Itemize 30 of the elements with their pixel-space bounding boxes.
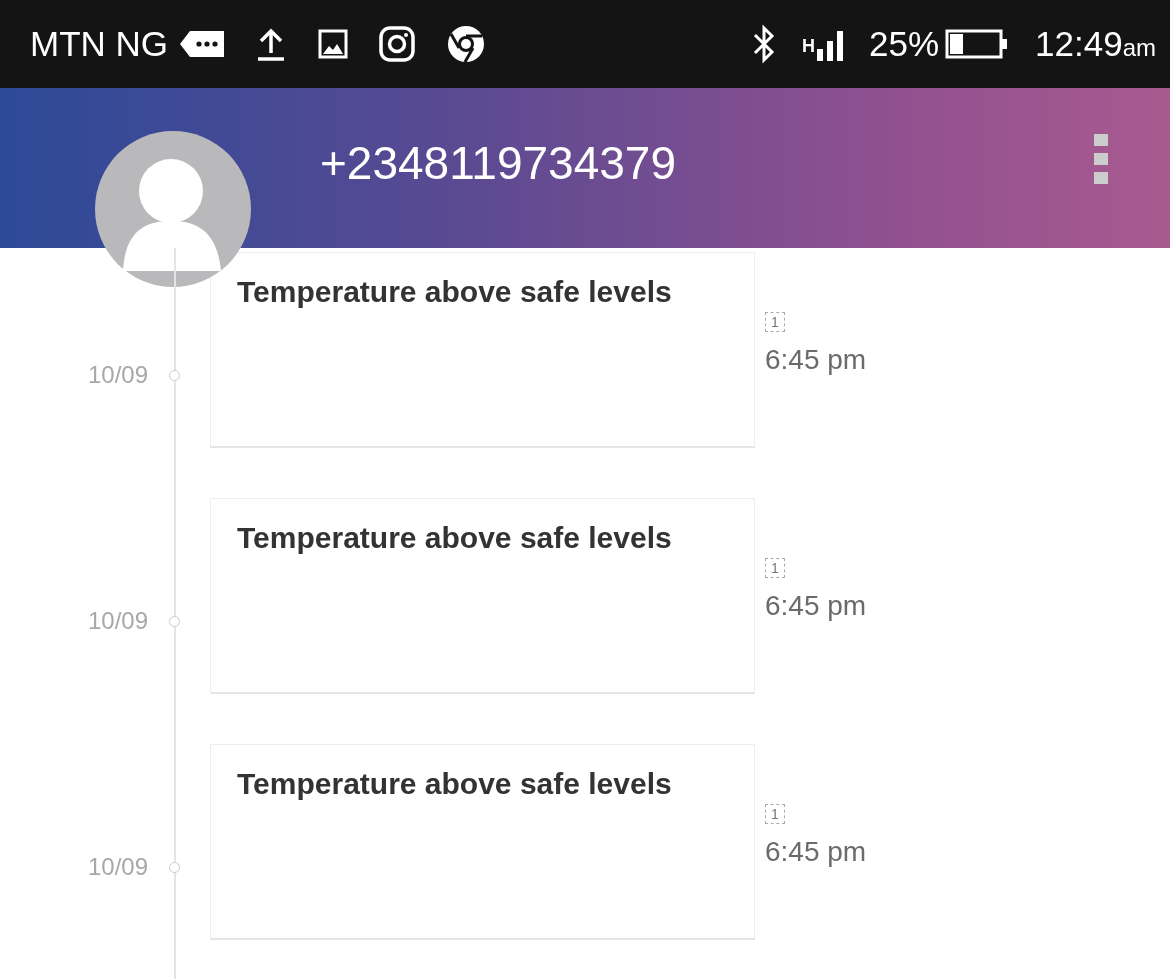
message-text: Temperature above safe levels (237, 275, 672, 308)
message-time: 6:45 pm (765, 590, 867, 622)
timeline-dot (169, 369, 180, 381)
battery-percent: 25% (869, 24, 940, 64)
message-time: 6:45 pm (765, 836, 867, 868)
network-type: H (802, 37, 815, 55)
sim-badge: 1 (765, 558, 785, 578)
battery-icon (945, 29, 1010, 59)
contact-number: +2348119734379 (320, 136, 678, 190)
message-card[interactable]: Temperature above safe levels (210, 498, 755, 694)
message-card[interactable]: Temperature above safe levels (210, 252, 755, 448)
sim-badge: 1 (765, 804, 785, 824)
carrier-name: MTN NG (30, 24, 169, 64)
message-text: Temperature above safe levels (237, 521, 672, 554)
camera-icon (378, 25, 417, 63)
browser-icon (446, 24, 487, 64)
timeline-dot (169, 861, 180, 873)
message-date: 10/09 (86, 607, 149, 635)
message-time: 6:45 pm (765, 344, 867, 376)
image-icon (318, 29, 349, 59)
message-card[interactable]: Temperature above safe levels (210, 744, 755, 940)
more-menu-icon[interactable] (1094, 134, 1108, 184)
message-text: Temperature above safe levels (237, 767, 672, 800)
message-date: 10/09 (86, 853, 149, 881)
timeline-dot (169, 615, 180, 627)
bluetooth-icon (752, 24, 776, 64)
message-date: 10/09 (86, 361, 149, 389)
clock-time: 12:49am (1035, 24, 1156, 64)
sim-badge: 1 (765, 312, 785, 332)
upload-icon (256, 27, 287, 61)
